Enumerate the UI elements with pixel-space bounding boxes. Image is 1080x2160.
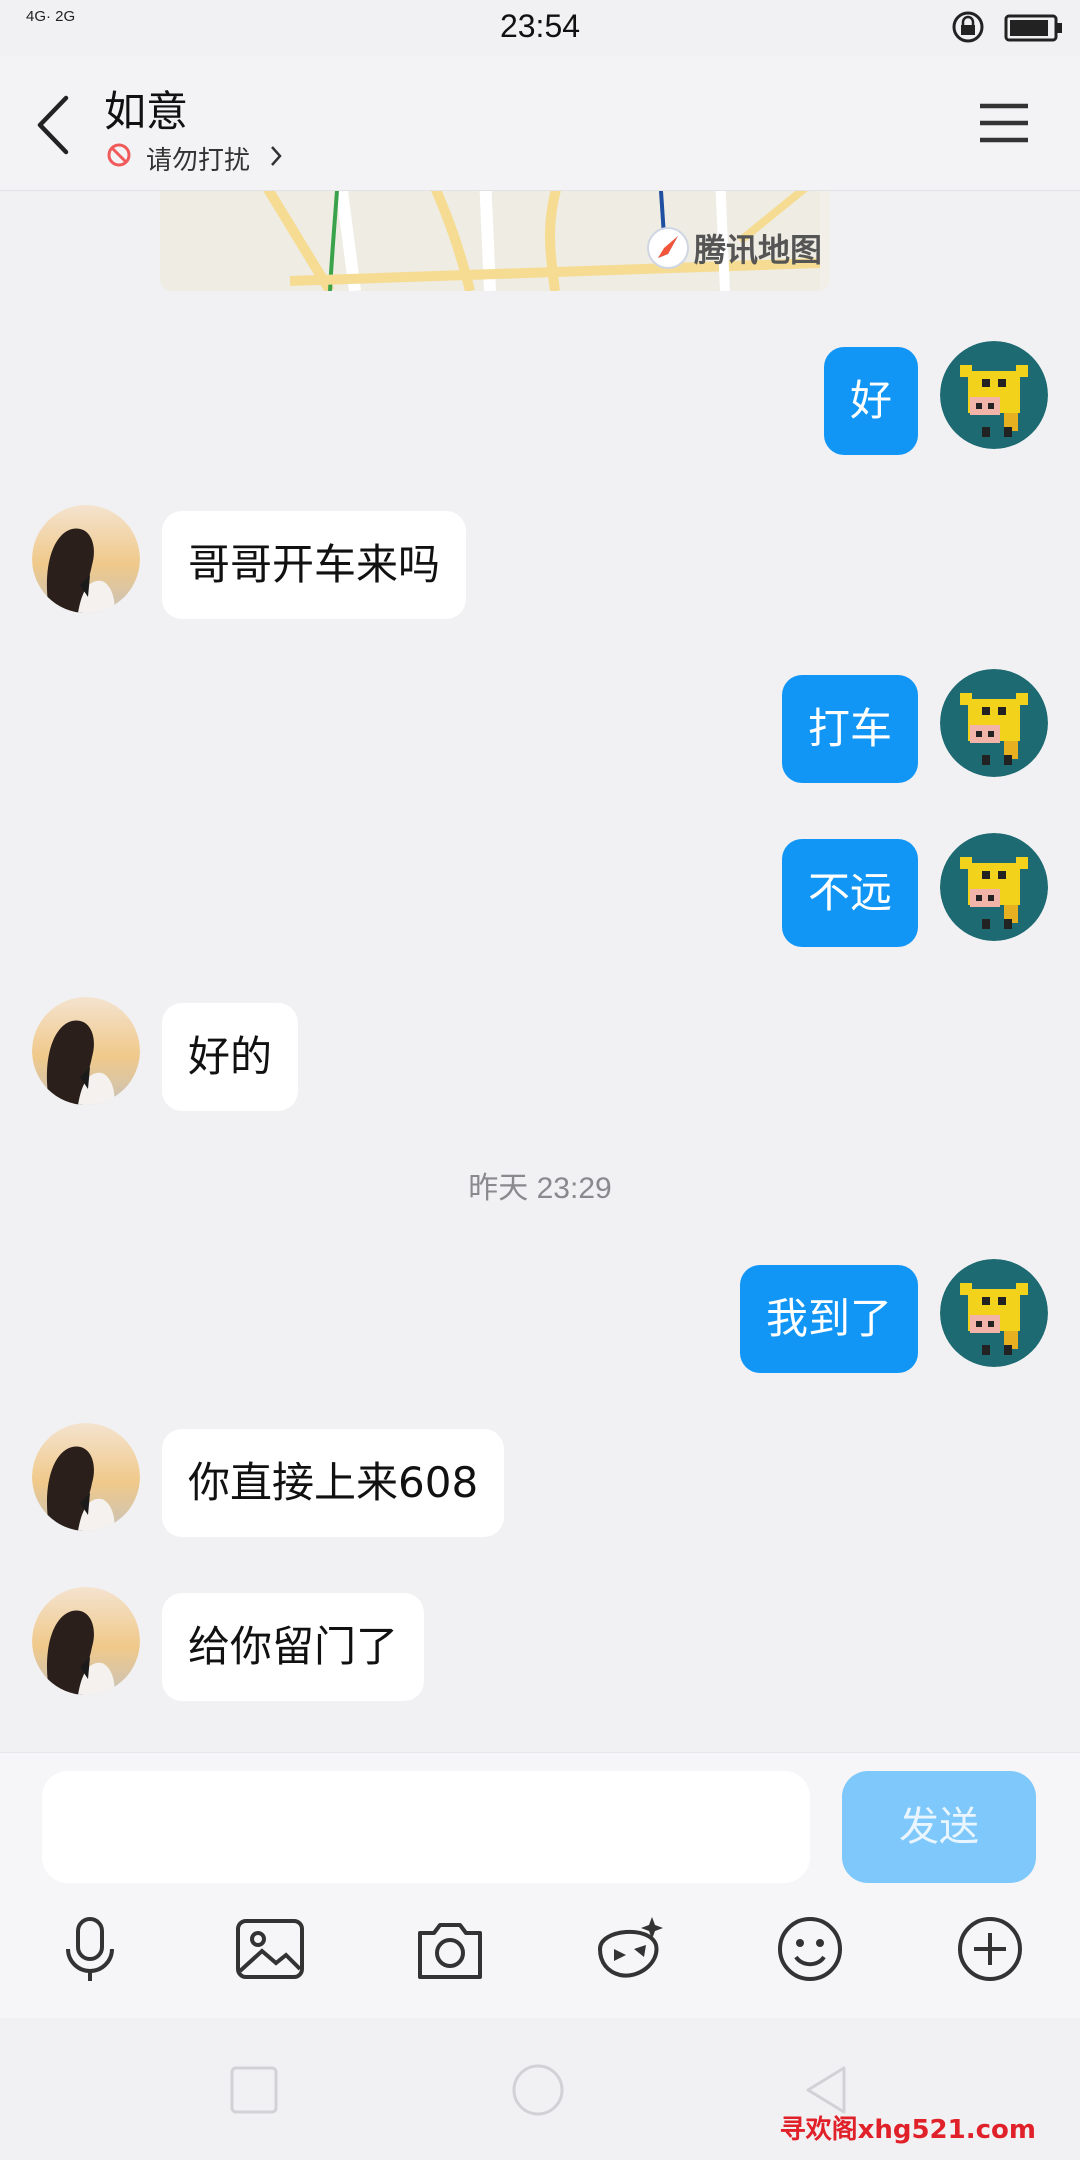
message-bubble-in[interactable]: 给你留门了	[162, 1593, 425, 1701]
message-row: 你直接上来608	[0, 1423, 1080, 1537]
map-provider-logo: 腾讯地图	[646, 225, 822, 271]
avatar-self[interactable]	[940, 1259, 1048, 1367]
message-row: 我到了	[0, 1259, 1080, 1373]
message-bubble-out[interactable]: 打车	[781, 675, 918, 783]
battery-icon	[1004, 14, 1062, 42]
message-bubble-out[interactable]: 好	[823, 347, 918, 455]
image-icon[interactable]	[230, 1909, 310, 1989]
tencent-map-icon	[646, 227, 689, 269]
message-bubble-in[interactable]: 你直接上来608	[162, 1429, 505, 1537]
chat-header: 如意 请勿打扰	[0, 56, 1080, 191]
avatar-self[interactable]	[940, 341, 1048, 449]
sticker-icon[interactable]	[590, 1909, 670, 1989]
message-row: 好的	[0, 997, 1080, 1111]
recents-button[interactable]	[226, 2062, 282, 2118]
send-button[interactable]: 发送	[842, 1771, 1036, 1883]
message-row: 哥哥开车来吗	[0, 505, 1080, 619]
watermark: 寻欢阁xhg521.com	[779, 2115, 1036, 2145]
contact-name[interactable]: 如意	[104, 78, 188, 139]
dnd-label: 请勿打扰	[146, 146, 251, 176]
avatar-contact[interactable]	[32, 1587, 140, 1695]
message-row: 打车	[0, 669, 1080, 783]
message-row: 不远	[0, 833, 1080, 947]
message-row: 好	[0, 341, 1080, 455]
home-button[interactable]	[510, 2062, 566, 2118]
message-row: 给你留门了	[0, 1587, 1080, 1701]
avatar-contact[interactable]	[32, 1423, 140, 1531]
message-list[interactable]: 腾讯地图 好 哥哥开车来吗 打车 不远 好的 昨天 23:29 我到了 你直接上…	[0, 191, 1080, 1751]
location-map-card[interactable]: 腾讯地图	[160, 191, 830, 291]
composer: 发送	[0, 1752, 1080, 2019]
microphone-icon[interactable]	[50, 1909, 130, 1989]
emoji-icon[interactable]	[770, 1909, 850, 1989]
message-timestamp: 昨天 23:29	[468, 1172, 612, 1205]
rotation-lock-icon	[952, 11, 984, 43]
message-bubble-out[interactable]: 不远	[781, 839, 918, 947]
do-not-disturb-icon	[107, 143, 131, 167]
message-bubble-in[interactable]: 哥哥开车来吗	[162, 511, 467, 619]
message-bubble-out[interactable]: 我到了	[739, 1265, 918, 1373]
clock: 23:54	[499, 8, 581, 44]
message-input[interactable]	[42, 1771, 810, 1883]
status-bar: 4G· 2G 23:54	[0, 0, 1080, 56]
avatar-contact[interactable]	[32, 997, 140, 1105]
back-button[interactable]	[30, 90, 82, 160]
avatar-self[interactable]	[940, 833, 1048, 941]
menu-button[interactable]	[976, 98, 1032, 148]
avatar-contact[interactable]	[32, 505, 140, 613]
chevron-right-icon	[271, 146, 282, 166]
camera-icon[interactable]	[410, 1909, 490, 1989]
map-provider-label: 腾讯地图	[693, 231, 822, 269]
message-bubble-in[interactable]: 好的	[162, 1003, 299, 1111]
system-navigation-bar: 寻欢阁xhg521.com	[0, 2018, 1080, 2160]
avatar-self[interactable]	[940, 669, 1048, 777]
plus-icon[interactable]	[950, 1909, 1030, 1989]
